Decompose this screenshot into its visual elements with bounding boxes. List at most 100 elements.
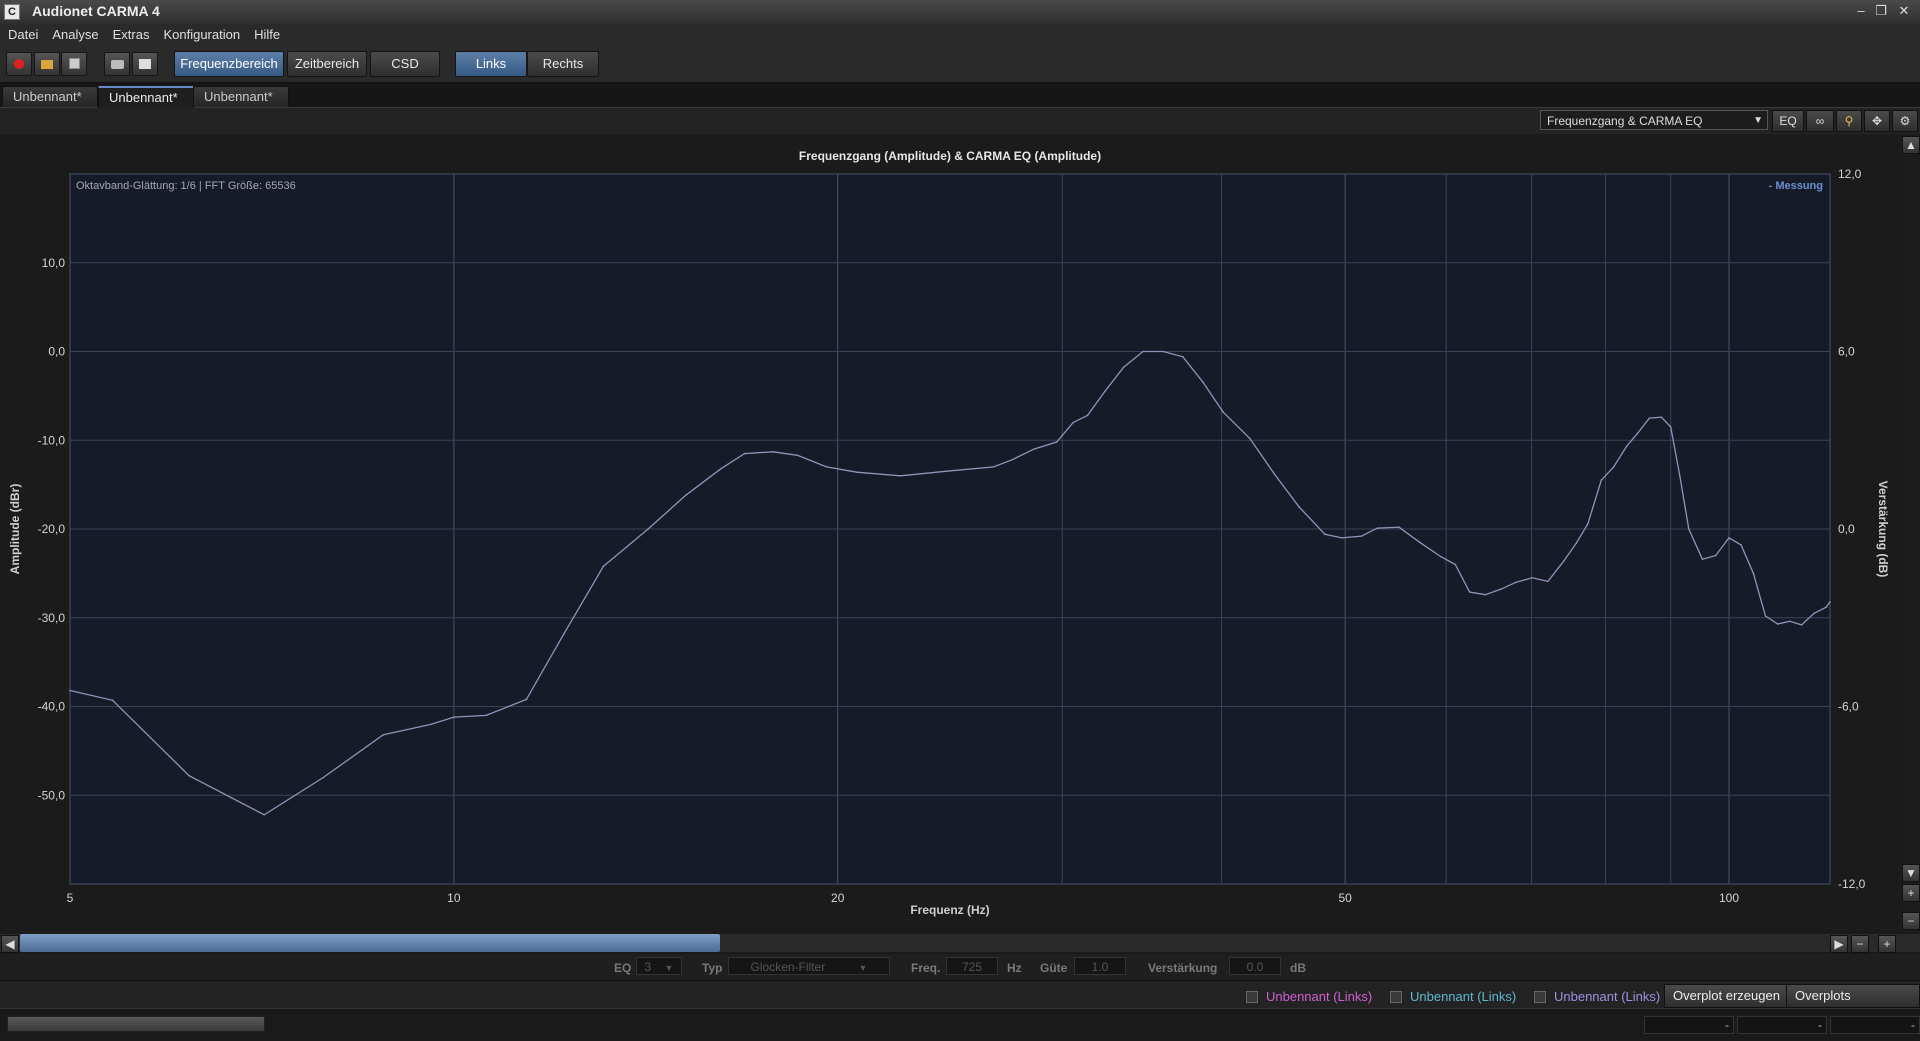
chevron-down-icon: ▼ [664,963,674,973]
x-tick-label: 20 [831,891,845,905]
x-tick-label: 50 [1338,891,1352,905]
doc-tab[interactable]: Unbennant* [2,86,98,107]
minimize-button[interactable]: – [1852,2,1870,20]
data-point [1011,458,1013,461]
scroll-up-button[interactable]: ▲ [1902,136,1920,154]
eq-label: EQ [614,961,632,975]
channel-rechts[interactable]: Rechts [527,51,599,77]
link-button[interactable]: ∞ [1806,110,1834,132]
legend-messung: - Messung [1769,180,1823,192]
screenshot-button[interactable] [104,52,130,76]
menu-datei[interactable]: Datei [0,24,44,42]
data-point [1625,445,1628,448]
data-point [1612,466,1615,468]
data-point [1740,544,1742,546]
view-dropdown-value: Frequenzgang & CARMA EQ [1547,114,1703,128]
eq-editor: EQ 3 ▼ Typ Glocken-Filter ▼ Freq. 725 Hz… [0,954,1920,980]
maximize-button[interactable]: ❐ [1872,2,1890,20]
data-point [899,474,902,477]
x-tick-label: 5 [67,891,74,905]
data-point [720,467,722,470]
record-icon [14,59,24,69]
data-point [111,699,114,702]
create-overplot-button[interactable]: Overplot erzeugen [1664,984,1789,1008]
overplot-checkbox[interactable] [1246,991,1258,1003]
data-point [1764,615,1767,617]
menu-extras[interactable]: Extras [105,24,156,42]
data-point [188,774,190,777]
eq-toggle-button[interactable]: EQ [1772,110,1804,132]
scroll-left-button[interactable]: ◀ [1,935,19,953]
data-point [1162,350,1165,353]
overplot-label: Unbennant (Links) [1266,989,1373,1004]
doc-tab[interactable]: Unbennant* [193,86,289,107]
menu-hilfe[interactable]: Hilfe [246,24,286,42]
save-button[interactable] [61,52,87,76]
zoom-in-vertical-button[interactable]: + [1902,884,1920,902]
data-point [322,776,325,779]
zoom-out-horizontal-button[interactable]: − [1851,935,1869,953]
data-point [1547,580,1549,583]
data-point [1587,522,1589,525]
vertical-scrollbar[interactable] [1900,134,1920,934]
edit-overplots-button[interactable]: Overplots bearbeiten [1786,984,1920,1025]
data-point [1575,542,1578,544]
data-point [743,452,746,455]
data-point [1660,416,1663,418]
menu-konfiguration[interactable]: Konfiguration [155,24,246,42]
data-point [796,454,799,457]
data-point [1813,612,1815,615]
data-point [485,714,487,717]
record-button[interactable] [6,52,32,76]
freq-unit: Hz [1007,961,1022,975]
menu-analyse[interactable]: Analyse [44,24,104,42]
data-point [1418,541,1421,544]
tab-zeitbereich[interactable]: Zeitbereich [287,51,367,77]
overplot-checkbox[interactable] [1390,991,1402,1003]
filter-type-select[interactable]: Glocken-Filter ▼ [728,957,890,975]
view-dropdown[interactable]: Frequenzgang & CARMA EQ ▼ [1540,110,1768,130]
tab-frequenzbereich[interactable]: Frequenzbereich [174,51,284,77]
progress-bar [7,1016,265,1032]
data-point [1531,577,1534,579]
y-tick-label: -40,0 [38,700,66,714]
pan-button[interactable]: ✥ [1864,110,1890,132]
smoothing-annotation: Oktavband-Glättung: 1/6 | FFT Größe: 655… [76,180,296,192]
move-icon: ✥ [1871,114,1883,128]
data-point [1454,563,1457,566]
y-tick-label: -20,0 [38,522,66,536]
y-tick-label: 0,0 [48,345,65,359]
close-window-button[interactable]: ✕ [1895,2,1913,20]
x-tick-label: 10 [447,891,461,905]
freq-input[interactable]: 725 [946,957,998,975]
eq-select-value: 3 [644,960,652,974]
title-bar: C Audionet CARMA 4 – ❐ ✕ [0,0,1920,25]
channel-links[interactable]: Links [455,51,527,77]
x-tick-label: 100 [1719,891,1739,905]
q-input[interactable]: 1.0 [1074,957,1126,975]
print-button[interactable] [132,52,158,76]
eq-select[interactable]: 3 ▼ [636,957,682,975]
data-point [1636,432,1639,434]
tab-csd[interactable]: CSD [370,51,440,77]
zoom-in-horizontal-button[interactable]: + [1878,935,1896,953]
status-field: - [1830,1016,1920,1034]
gain-input[interactable]: 0.0 [1229,957,1281,975]
scroll-right-button[interactable]: ▶ [1830,935,1848,953]
settings-button[interactable]: ⚙ [1892,110,1918,132]
data-point [1789,620,1791,623]
scroll-down-button[interactable]: ▼ [1902,864,1920,882]
doc-tab-active[interactable]: Unbennant* × [98,86,194,125]
data-point [1600,479,1603,481]
overplot-checkbox[interactable] [1534,991,1546,1003]
data-point [1468,591,1471,593]
zoom-button[interactable]: ⚲ [1836,110,1862,132]
data-point [382,734,384,736]
zoom-out-vertical-button[interactable]: − [1902,912,1920,930]
y-tick-label: -10,0 [38,433,66,447]
horizontal-scroll-thumb[interactable] [20,934,720,952]
open-button[interactable] [34,52,60,76]
overplot-bar: Unbennant (Links) Unbennant (Links) Unbe… [0,980,1920,1025]
frequency-response-chart[interactable]: Frequenzgang (Amplitude) & CARMA EQ (Amp… [0,134,1900,920]
data-point [1669,426,1672,428]
